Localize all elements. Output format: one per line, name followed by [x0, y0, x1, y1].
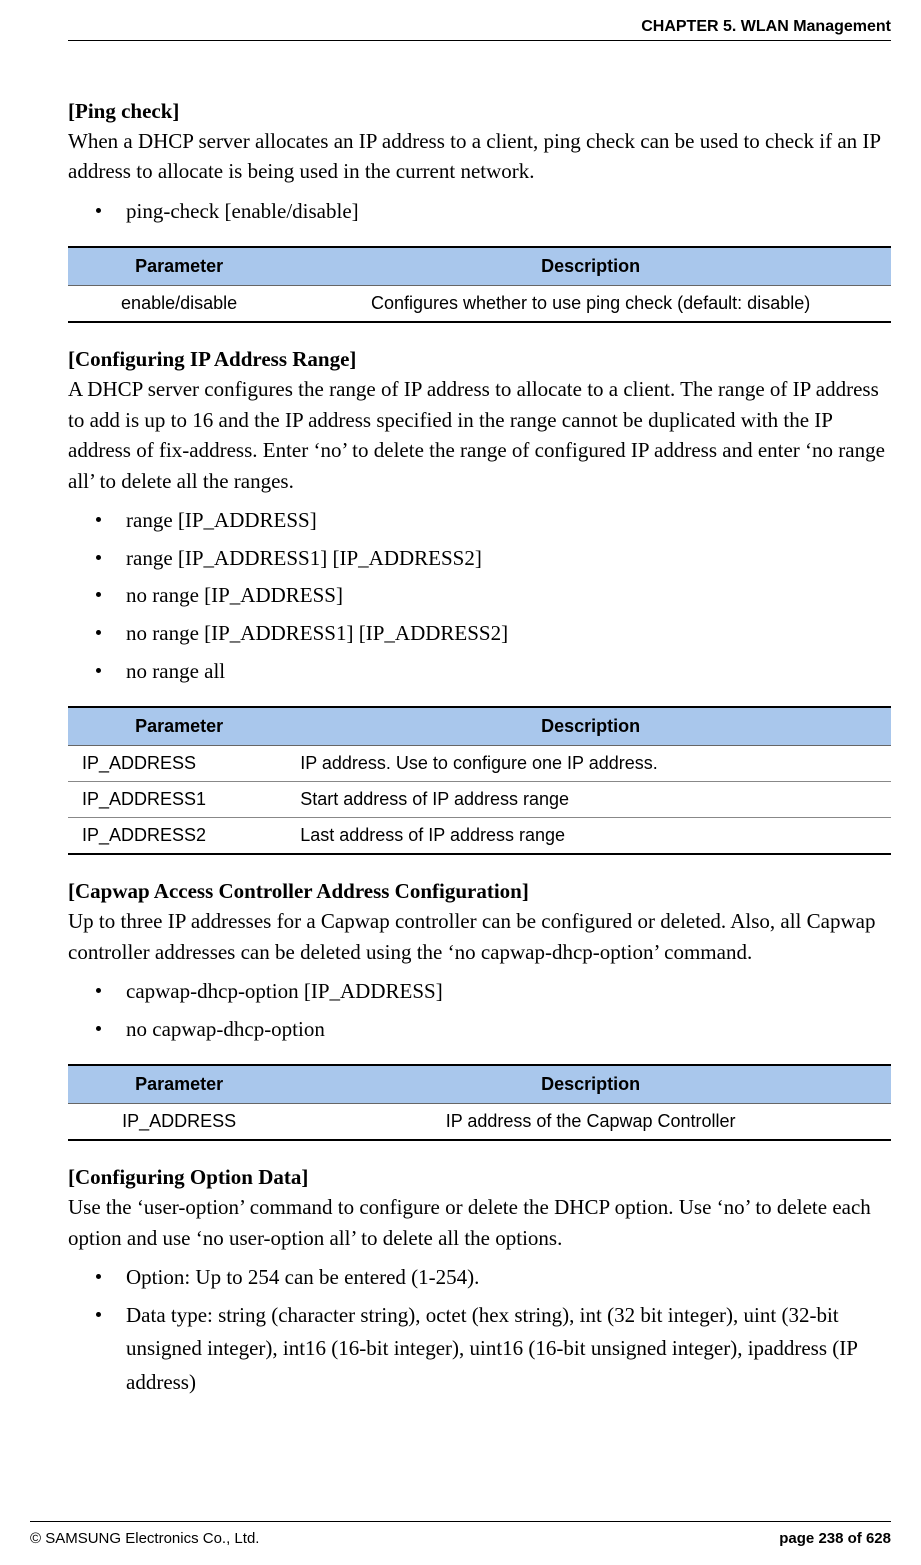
section-ip-range-title: [Configuring IP Address Range]	[68, 347, 891, 372]
table-cell-desc: IP address. Use to configure one IP addr…	[290, 746, 891, 782]
section-option-data-body: Use the ‘user-option’ command to configu…	[68, 1192, 891, 1253]
table-cell-param: enable/disable	[68, 286, 290, 323]
table-header-description: Description	[290, 247, 891, 286]
table-row: enable/disable Configures whether to use…	[68, 286, 891, 323]
section-capwap-title: [Capwap Access Controller Address Config…	[68, 879, 891, 904]
table-cell-desc: Start address of IP address range	[290, 782, 891, 818]
section-ping-check-title: [Ping check]	[68, 99, 891, 124]
section-ip-range-body: A DHCP server configures the range of IP…	[68, 374, 891, 496]
list-item: range [IP_ADDRESS]	[68, 504, 891, 538]
table-row: IP_ADDRESS1 Start address of IP address …	[68, 782, 891, 818]
table-cell-param: IP_ADDRESS1	[68, 782, 290, 818]
table-header-parameter: Parameter	[68, 1065, 290, 1104]
table-row: IP_ADDRESS IP address. Use to configure …	[68, 746, 891, 782]
list-item: no capwap-dhcp-option	[68, 1013, 891, 1047]
ping-check-table: Parameter Description enable/disable Con…	[68, 246, 891, 323]
table-cell-desc: Configures whether to use ping check (de…	[290, 286, 891, 323]
capwap-table: Parameter Description IP_ADDRESS IP addr…	[68, 1064, 891, 1141]
table-row: IP_ADDRESS2 Last address of IP address r…	[68, 818, 891, 855]
section-option-data-title: [Configuring Option Data]	[68, 1165, 891, 1190]
copyright-text: © SAMSUNG Electronics Co., Ltd.	[30, 1530, 259, 1547]
section-ping-check-body: When a DHCP server allocates an IP addre…	[68, 126, 891, 187]
list-item: Option: Up to 254 can be entered (1-254)…	[68, 1261, 891, 1295]
table-cell-desc: Last address of IP address range	[290, 818, 891, 855]
table-cell-param: IP_ADDRESS	[68, 1104, 290, 1141]
section-capwap-body: Up to three IP addresses for a Capwap co…	[68, 906, 891, 967]
table-row: IP_ADDRESS IP address of the Capwap Cont…	[68, 1104, 891, 1141]
table-header-description: Description	[290, 1065, 891, 1104]
ip-range-table: Parameter Description IP_ADDRESS IP addr…	[68, 706, 891, 855]
table-cell-desc: IP address of the Capwap Controller	[290, 1104, 891, 1141]
list-item: no range [IP_ADDRESS]	[68, 579, 891, 613]
table-header-description: Description	[290, 707, 891, 746]
table-header-parameter: Parameter	[68, 707, 290, 746]
page-number: page 238 of 628	[779, 1530, 891, 1547]
table-cell-param: IP_ADDRESS2	[68, 818, 290, 855]
list-item: no range [IP_ADDRESS1] [IP_ADDRESS2]	[68, 617, 891, 651]
list-item: range [IP_ADDRESS1] [IP_ADDRESS2]	[68, 542, 891, 576]
table-cell-param: IP_ADDRESS	[68, 746, 290, 782]
list-item: capwap-dhcp-option [IP_ADDRESS]	[68, 975, 891, 1009]
table-header-parameter: Parameter	[68, 247, 290, 286]
page-footer: © SAMSUNG Electronics Co., Ltd. page 238…	[30, 1521, 891, 1547]
list-item: ping-check [enable/disable]	[68, 195, 891, 229]
list-item: no range all	[68, 655, 891, 689]
page-header: CHAPTER 5. WLAN Management	[68, 18, 891, 41]
list-item: Data type: string (character string), oc…	[68, 1299, 891, 1400]
